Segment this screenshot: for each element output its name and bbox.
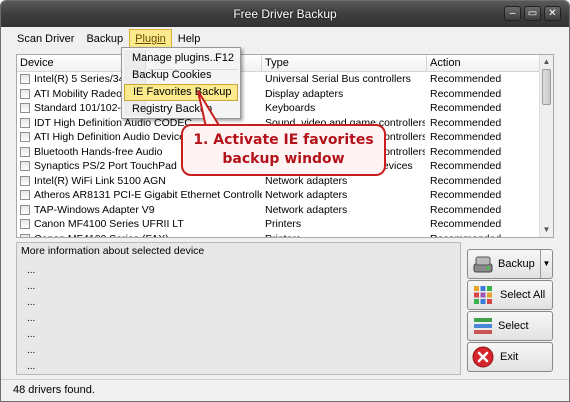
table-row[interactable]: TAP-Windows Adapter V9 Network adapters Re… (17, 203, 539, 218)
vertical-scrollbar[interactable]: ▲ ▼ (539, 55, 553, 237)
select-all-button-label: Select All (500, 289, 546, 301)
menu-scan-driver[interactable]: Scan Driver (11, 29, 80, 49)
window-controls: – ▭ ✕ (504, 6, 561, 21)
row-checkbox[interactable] (20, 74, 30, 84)
cell-type: Network adapters (265, 203, 348, 216)
info-line: ... (27, 329, 36, 340)
scroll-down-icon[interactable]: ▼ (540, 223, 553, 237)
minimize-button[interactable]: – (504, 6, 521, 21)
row-checkbox[interactable] (20, 161, 30, 171)
title-bar[interactable]: Free Driver Backup – ▭ ✕ (1, 1, 569, 27)
cell-type: Printers (265, 232, 425, 238)
cell-device: Canon MF4100 Series UFRII LT (34, 218, 184, 230)
info-line: ... (27, 265, 36, 276)
menu-item-label: Backup Cookies (132, 69, 212, 81)
row-checkbox[interactable] (20, 175, 30, 186)
menu-item-shortcut: F12 (215, 52, 234, 64)
cell-action: Recommended (430, 189, 502, 201)
callout-line-2: backup window (222, 151, 345, 167)
annotation-callout: 1. Activate IE favorites backup window (181, 124, 386, 176)
table-row[interactable]: Canon MF4100 Series UFRII LT Printers Reco… (17, 217, 539, 232)
cell-action: Recommended (430, 160, 502, 172)
hard-drive-icon (473, 256, 493, 273)
cell-action: Recommended (430, 87, 502, 100)
cell-type: Display adapters (265, 87, 344, 100)
row-checkbox[interactable] (20, 132, 30, 142)
cell-action: Recommended (430, 102, 502, 114)
grid-header: Device Type Action (17, 55, 541, 72)
backup-dropdown-arrow-icon[interactable]: ▼ (540, 250, 552, 278)
table-row[interactable]: ATI Mobility Radeon Display adapters Recom… (17, 87, 539, 102)
info-panel-title: More information about selected device (21, 245, 205, 257)
table-row[interactable]: Intel(R) 5 Series/340 Universal Serial Bu… (17, 72, 539, 87)
info-panel: More information about selected device .… (16, 242, 461, 375)
status-text: 48 drivers found. (13, 384, 95, 396)
callout-pointer-icon (197, 90, 222, 128)
backup-button-label: Backup (498, 258, 535, 270)
table-row[interactable]: Standard 101/102-K Keyboards Recommended (17, 101, 539, 116)
cell-type: Keyboards (265, 102, 316, 114)
info-line: ... (27, 313, 36, 324)
column-header-action[interactable]: Action (427, 55, 541, 72)
cell-type: Universal Serial Bus controllers (265, 73, 411, 85)
app-window: Free Driver Backup – ▭ ✕ Scan Driver Bac… (0, 0, 570, 402)
cell-type: Network adapters (265, 189, 348, 201)
exit-button[interactable]: Exit (467, 342, 553, 372)
column-header-type[interactable]: Type (262, 55, 427, 72)
menu-bar: Scan Driver Backup Plugin Help (1, 29, 569, 49)
row-checkbox[interactable] (20, 204, 30, 215)
select-all-icon (474, 286, 492, 304)
menu-backup[interactable]: Backup (80, 29, 129, 49)
maximize-button[interactable]: ▭ (524, 6, 541, 21)
exit-icon (472, 346, 494, 368)
menu-plugin[interactable]: Plugin (129, 29, 172, 49)
info-line: ... (27, 345, 36, 356)
menu-item-backup-cookies[interactable]: Backup Cookies (124, 67, 238, 84)
row-checkbox[interactable] (20, 146, 30, 157)
table-row[interactable]: Canon MF4100 Series (FAX)Printers Recomme… (17, 232, 540, 238)
window-title: Free Driver Backup (233, 7, 337, 21)
cell-action: Recommended (430, 73, 502, 85)
cell-device: Canon MF4100 Series (FAX) (34, 232, 262, 238)
exit-button-label: Exit (500, 351, 519, 363)
scroll-up-icon[interactable]: ▲ (540, 55, 553, 69)
close-button[interactable]: ✕ (544, 6, 561, 21)
table-row[interactable]: Atheros AR8131 PCI-E Gigabit Ethernet Co… (17, 188, 539, 203)
cell-device: Atheros AR8131 PCI-E Gigabit Ethernet Co… (34, 189, 262, 201)
callout-line-1: 1. Activate IE favorites (193, 132, 374, 148)
row-checkbox[interactable] (20, 190, 30, 200)
select-all-button[interactable]: Select All (467, 280, 553, 310)
select-invert-button[interactable]: Select Invert (467, 311, 553, 360)
row-checkbox[interactable] (20, 233, 30, 237)
backup-button[interactable]: Backup ▼ (467, 249, 553, 279)
menu-help[interactable]: Help (172, 29, 207, 49)
menu-item-manage-plugins[interactable]: Manage plugins... F12 (124, 50, 238, 67)
menu-item-label: Manage plugins... (132, 52, 219, 64)
row-checkbox[interactable] (20, 103, 30, 113)
cell-action: Recommended (430, 116, 502, 129)
cell-type: Printers (265, 218, 302, 230)
cell-device: TAP-Windows Adapter V9 (34, 203, 155, 216)
cell-action: Recommended (430, 174, 502, 187)
row-checkbox[interactable] (20, 88, 30, 99)
cell-action: Recommended (430, 145, 502, 158)
cell-action: Recommended (430, 232, 540, 238)
info-line: ... (27, 281, 36, 292)
status-bar: 48 drivers found. (1, 379, 569, 401)
cell-action: Recommended (430, 131, 502, 143)
info-line: ... (27, 361, 36, 372)
cell-action: Recommended (430, 203, 502, 216)
cell-action: Recommended (430, 218, 502, 230)
row-checkbox[interactable] (20, 219, 30, 229)
select-invert-icon (474, 318, 492, 334)
row-checkbox[interactable] (20, 117, 30, 128)
scrollbar-thumb[interactable] (542, 69, 551, 105)
info-line: ... (27, 297, 36, 308)
